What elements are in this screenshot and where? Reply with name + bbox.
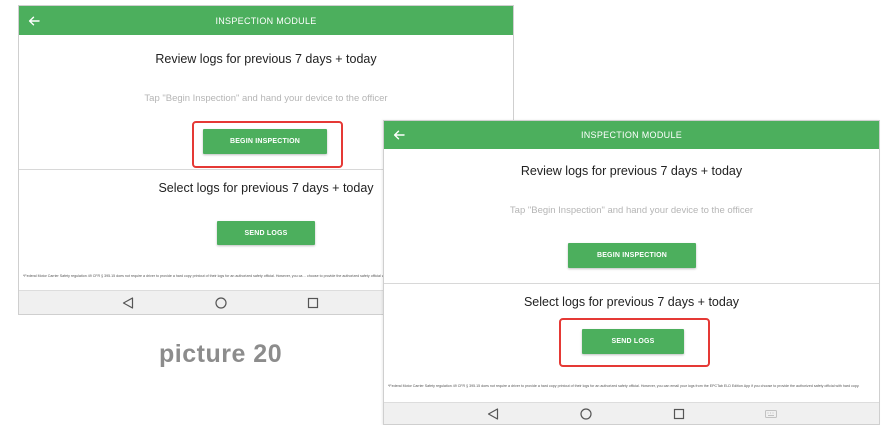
inspection-hint: Tap "Begin Inspection" and hand your dev…: [509, 205, 754, 216]
recents-square-icon[interactable]: [673, 408, 685, 420]
send-logs-button[interactable]: SEND LOGS: [582, 329, 684, 354]
review-heading: Review logs for previous 7 days + today: [520, 164, 743, 178]
select-section: Select logs for previous 7 days + today …: [384, 284, 879, 401]
review-heading: Review logs for previous 7 days + today: [155, 52, 377, 66]
arrow-left-icon[interactable]: [392, 128, 406, 142]
review-section: Review logs for previous 7 days + today …: [384, 149, 879, 284]
arrow-left-icon[interactable]: [27, 14, 41, 28]
app-bar-title: INSPECTION MODULE: [215, 15, 317, 26]
send-logs-button[interactable]: SEND LOGS: [217, 221, 315, 245]
keyboard-icon[interactable]: [765, 409, 778, 419]
back-triangle-icon[interactable]: [122, 296, 135, 309]
home-circle-icon[interactable]: [215, 296, 228, 309]
begin-inspection-button[interactable]: BEGIN INSPECTION: [568, 243, 696, 268]
select-heading: Select logs for previous 7 days + today: [523, 295, 740, 309]
app-bar-title: INSPECTION MODULE: [580, 130, 683, 140]
screenshot-inspection-module-send: INSPECTION MODULE Review logs for previo…: [383, 120, 880, 425]
app-bar: INSPECTION MODULE: [19, 6, 513, 35]
recents-square-icon[interactable]: [307, 297, 319, 309]
app-bar: INSPECTION MODULE: [384, 121, 879, 149]
picture-caption: picture 20: [159, 340, 283, 368]
home-circle-icon[interactable]: [580, 407, 593, 420]
android-nav-bar: [384, 402, 879, 424]
begin-inspection-button[interactable]: BEGIN INSPECTION: [203, 129, 327, 154]
back-triangle-icon[interactable]: [487, 407, 500, 420]
fmcsa-footnote: *Federal Motor Carrier Safety regulation…: [388, 384, 860, 388]
inspection-hint: Tap "Begin Inspection" and hand your dev…: [144, 93, 388, 104]
